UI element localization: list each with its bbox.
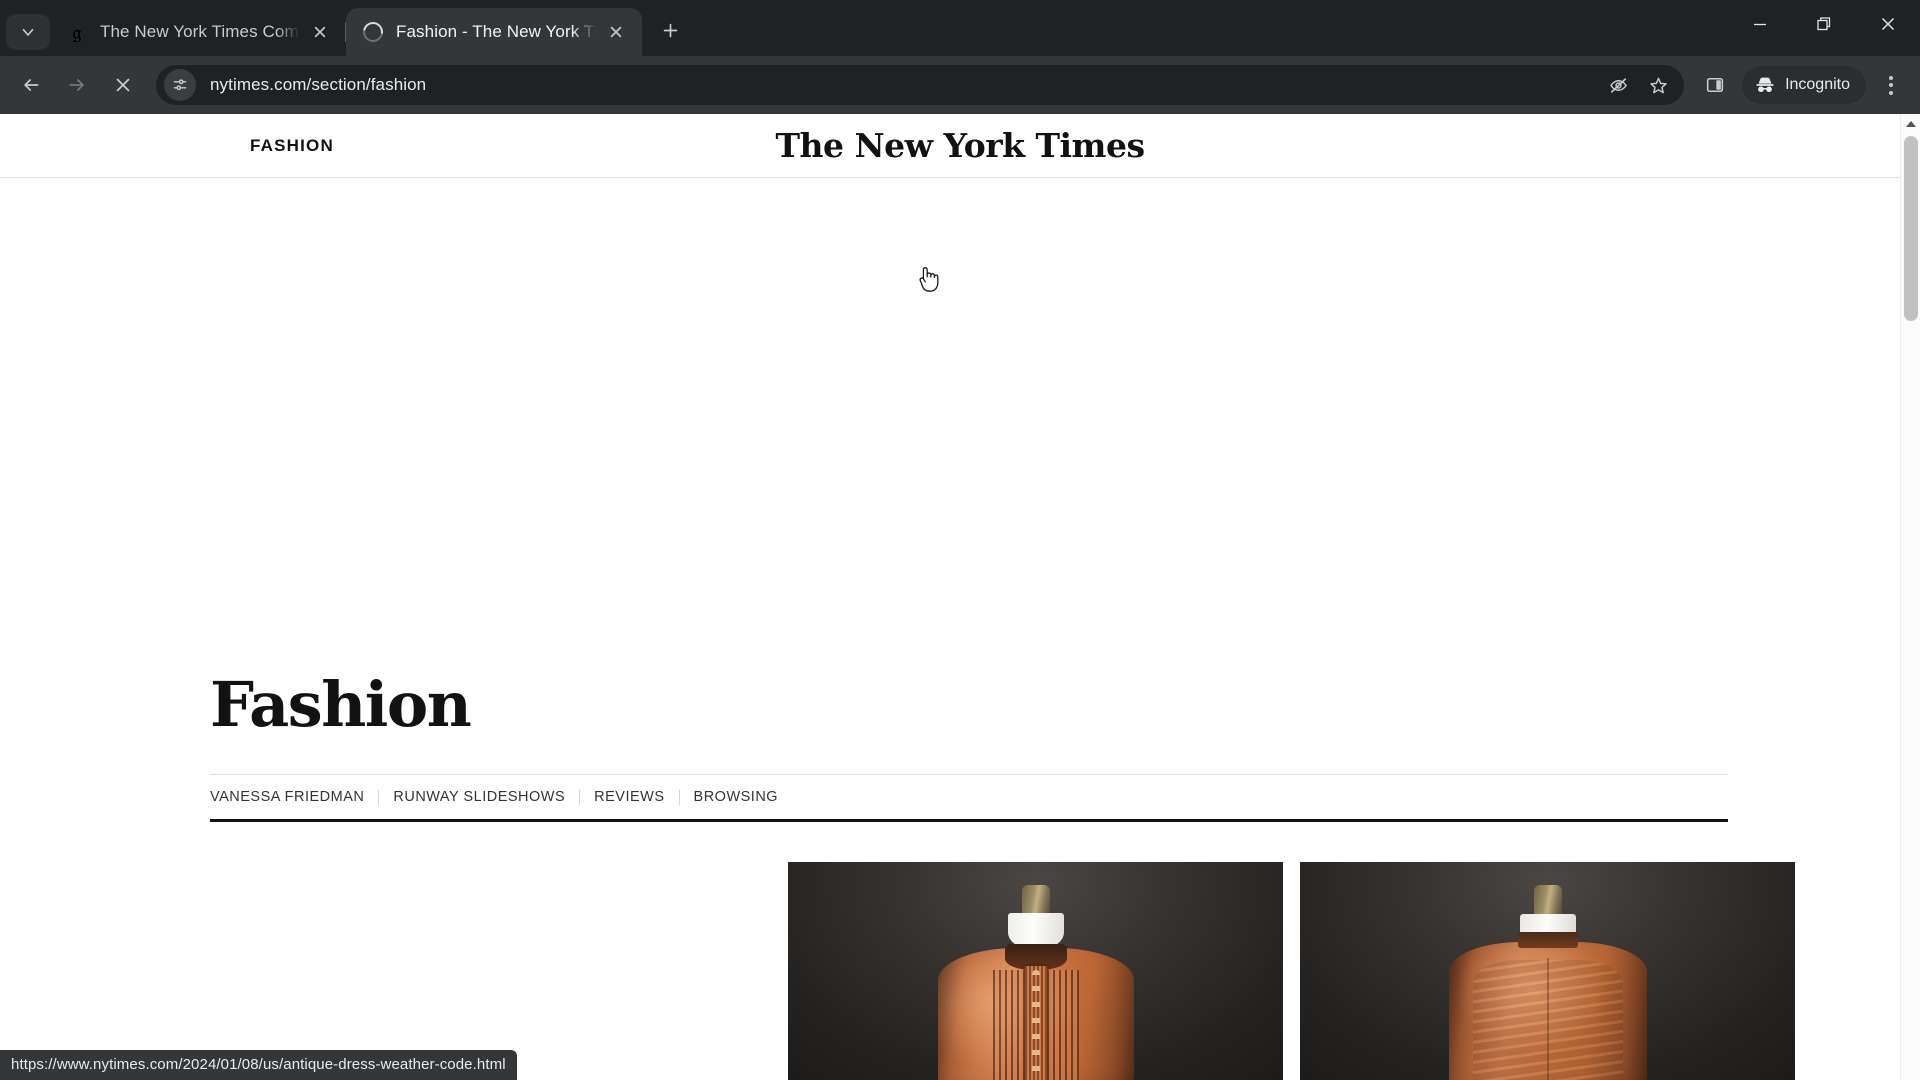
tab-fashion-nyt[interactable]: Fashion - The New York Times [346,8,642,56]
dot [1889,90,1893,95]
dress-buttons [1031,970,1040,1080]
minimize-icon [1754,23,1766,26]
page-content: Fashion VANESSA FRIEDMAN RUNWAY SLIDESHO… [0,179,1900,1080]
tab-close-button[interactable] [602,18,630,46]
nyt-site-header: FASHION The New York Times [0,114,1920,178]
stop-loading-button[interactable] [102,64,144,106]
article-photo-back[interactable] [1300,862,1795,1080]
subnav-divider [678,789,680,805]
section-label[interactable]: FASHION [250,136,334,156]
bookmark-button[interactable] [1640,67,1676,103]
arrow-right-icon [69,79,84,91]
tab-title: Fashion - The New York Times [396,22,596,41]
toolbar-right-actions: Incognito [1692,64,1912,106]
incognito-label: Incognito [1785,76,1850,93]
dress-collar-band [1517,932,1578,948]
sliders-icon [173,79,187,91]
link-status-bubble: https://www.nytimes.com/2024/01/08/us/an… [0,1050,517,1080]
section-rule [210,819,1728,822]
minimize-button[interactable] [1728,0,1792,48]
section-subnav-container: VANESSA FRIEDMAN RUNWAY SLIDESHOWS REVIE… [210,774,1728,819]
scrollbar-thumb[interactable] [1904,136,1918,321]
tune-sliders-icon[interactable] [164,69,196,101]
side-panel-button[interactable] [1694,64,1736,106]
subnav-link-vanessa-friedman[interactable]: VANESSA FRIEDMAN [210,789,364,805]
tab-list: 𝔤 The New York Times Company Fashion - T… [50,0,642,56]
subnav-divider [378,789,380,805]
tab-close-button[interactable] [306,18,334,46]
page-scrollbar[interactable] [1900,114,1920,1080]
triangle-up-icon [1905,121,1916,127]
subnav-divider [579,789,581,805]
eye-slash-icon [1609,77,1627,93]
page-viewport: FASHION The New York Times Fashion VANES… [0,114,1920,1080]
page-title: Fashion [210,668,472,741]
incognito-icon [1756,77,1774,93]
star-icon [1649,77,1667,93]
url-text[interactable]: nytimes.com/section/fashion [210,75,1598,95]
side-panel-icon [1706,77,1724,93]
nyt-loading-spinner-icon [359,18,387,46]
restore-button[interactable] [1792,0,1856,48]
masthead-text: The New York Times [775,126,1145,165]
tab-title: The New York Times Company [100,22,300,41]
forward-button[interactable] [56,64,98,106]
close-icon [116,78,130,92]
new-tab-button[interactable] [650,10,690,50]
article-photo-row [788,862,1795,1080]
arrow-left-icon [24,79,39,91]
chrome-menu-button[interactable] [1870,64,1912,106]
nyt-masthead-logo[interactable]: The New York Times [775,126,1145,165]
close-icon [610,26,622,38]
restore-icon [1817,17,1831,31]
subnav-link-runway-slideshows[interactable]: RUNWAY SLIDESHOWS [393,789,565,805]
subnav-link-browsing[interactable]: BROWSING [694,789,779,805]
dot [1889,83,1893,87]
tab-strip: 𝔤 The New York Times Company Fashion - T… [0,0,1920,56]
dress-center-seam [1547,958,1548,1080]
close-icon [1881,17,1895,31]
chevron-down-icon [22,28,34,36]
address-bar[interactable]: nytimes.com/section/fashion [156,65,1685,105]
scroll-up-button[interactable] [1901,114,1920,134]
article-photo-front[interactable] [788,862,1283,1080]
nyt-gothic-t-icon: 𝔤 [72,20,82,44]
browser-window: 𝔤 The New York Times Company Fashion - T… [0,0,1920,1080]
incognito-indicator[interactable]: Incognito [1742,66,1866,104]
close-icon [314,26,326,38]
dot [1889,75,1893,80]
omnibox-actions [1598,67,1678,103]
content-whitespace [105,179,1795,674]
close-window-button[interactable] [1856,0,1920,48]
back-button[interactable] [10,64,52,106]
plus-icon [663,23,677,37]
window-controls [1728,0,1920,48]
tab-nyt-company[interactable]: 𝔤 The New York Times Company [50,8,346,56]
subnav-link-reviews[interactable]: REVIEWS [594,789,664,805]
incognito-hat-glasses-icon [1754,74,1776,96]
tab-search-button[interactable] [6,14,50,50]
browser-toolbar: nytimes.com/section/fashion Incognito [0,56,1920,114]
section-subnav: VANESSA FRIEDMAN RUNWAY SLIDESHOWS REVIE… [210,789,1728,819]
mannequin-neck [1519,914,1576,934]
tracking-protection-button[interactable] [1600,67,1636,103]
